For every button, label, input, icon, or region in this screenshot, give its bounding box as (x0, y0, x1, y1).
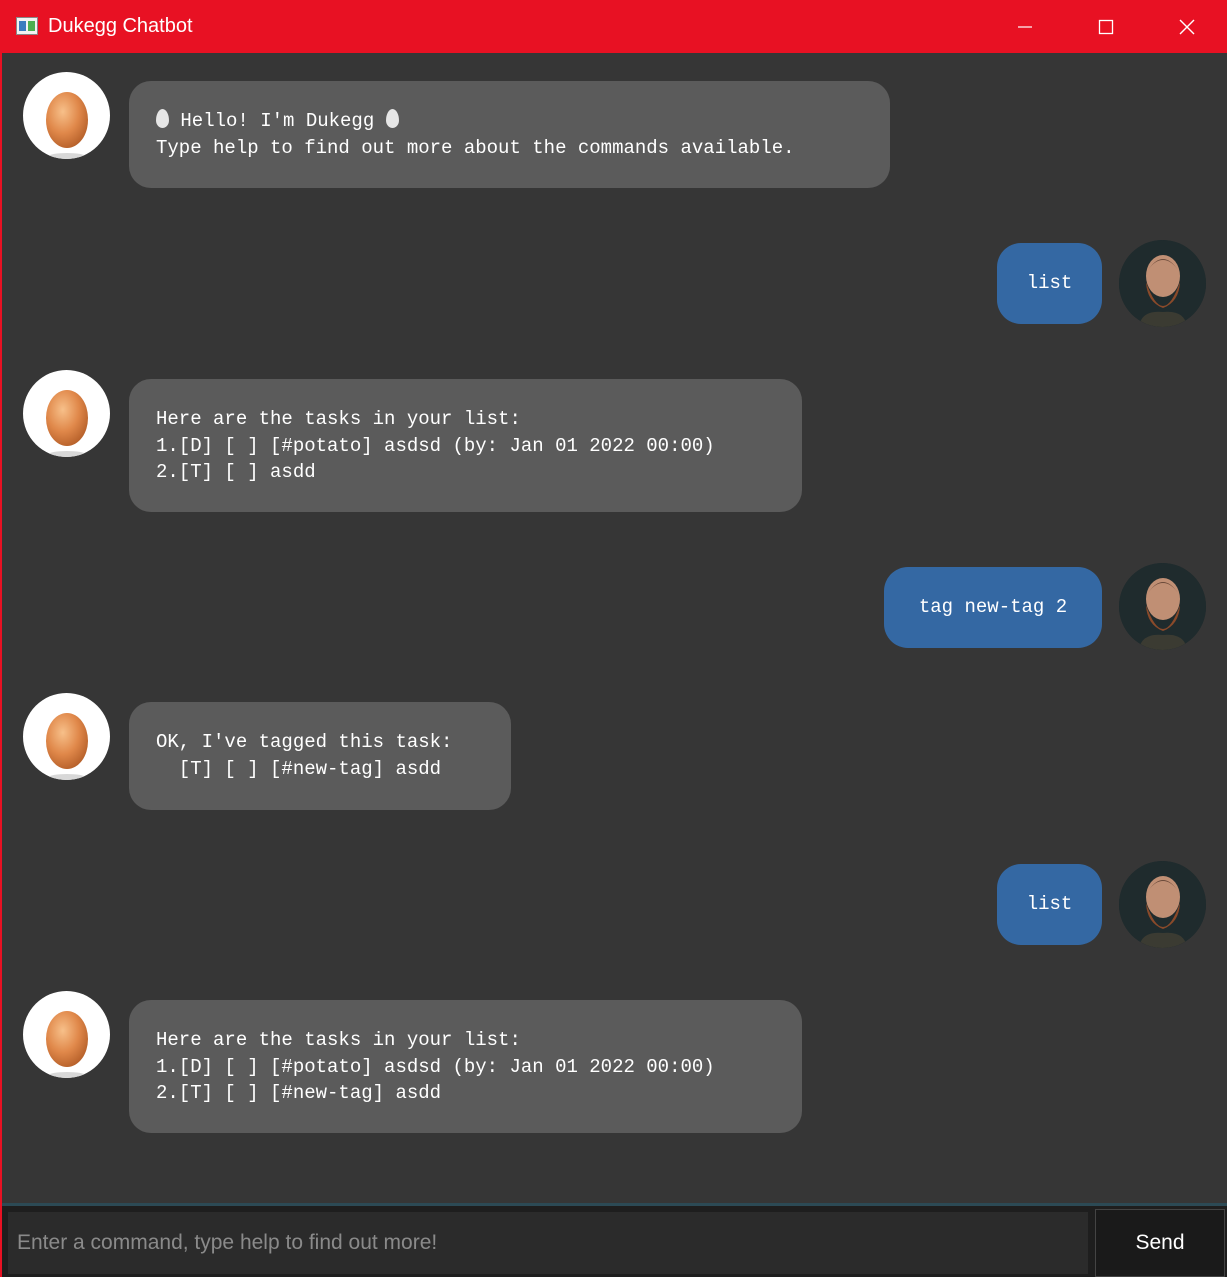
message-line: [T] [ ] [#new-tag] asdd (156, 757, 442, 780)
bot-avatar (23, 991, 110, 1078)
user-avatar (1119, 563, 1206, 650)
message-text: list (1026, 893, 1073, 916)
minimize-button[interactable] (985, 0, 1065, 53)
user-avatar (1119, 240, 1206, 327)
maximize-icon (1098, 19, 1114, 34)
bot-avatar (23, 693, 110, 780)
message-line: 2.[T] [ ] asdd (156, 461, 316, 483)
message-line: 2.[T] [ ] [#new-tag] asdd (156, 1082, 442, 1104)
close-button[interactable] (1147, 0, 1227, 53)
message-text: list (1026, 272, 1073, 295)
app-window: Dukegg Chatbot Hello! I'm Dukegg Type he… (0, 0, 1227, 1277)
egg-icon (46, 92, 88, 159)
user-portrait-icon (1119, 861, 1206, 948)
window-title: Dukegg Chatbot (48, 15, 193, 37)
user-portrait-icon (1119, 240, 1206, 327)
bot-avatar (23, 370, 110, 457)
egg-icon (46, 390, 88, 457)
message-line: Hello! I'm Dukegg (180, 110, 375, 132)
message-line: 1.[D] [ ] [#potato] asdsd (by: Jan 01 20… (156, 1055, 715, 1078)
maximize-button[interactable] (1066, 0, 1146, 53)
chat-scroll-area[interactable]: Hello! I'm Dukegg Type help to find out … (4, 53, 1227, 1203)
message-line: Here are the tasks in your list: (156, 408, 521, 430)
user-portrait-icon (1119, 563, 1206, 650)
input-bar: Send (2, 1203, 1227, 1277)
send-button[interactable]: Send (1095, 1209, 1225, 1277)
bot-message-bubble: OK, I've tagged this task: [T] [ ] [#new… (129, 702, 511, 810)
egg-emoji-icon (156, 109, 169, 128)
close-icon (1179, 19, 1195, 34)
bot-message-bubble: Hello! I'm Dukegg Type help to find out … (129, 81, 890, 188)
user-avatar (1119, 861, 1206, 948)
message-line: 1.[D] [ ] [#potato] asdsd (by: Jan 01 20… (156, 434, 715, 457)
user-message-bubble: list (997, 864, 1102, 945)
bot-message-bubble: Here are the tasks in your list: 1.[D] [… (129, 1000, 802, 1133)
message-line: Here are the tasks in your list: (156, 1029, 521, 1051)
bot-message-bubble: Here are the tasks in your list: 1.[D] [… (129, 379, 802, 512)
title-bar[interactable]: Dukegg Chatbot (2, 0, 1227, 53)
command-input[interactable] (8, 1212, 1088, 1274)
message-text: tag new-tag 2 (918, 596, 1068, 619)
message-line: Type help to find out more about the com… (156, 136, 795, 159)
minimize-icon (1018, 25, 1032, 28)
app-icon (16, 17, 38, 35)
egg-emoji-icon (385, 109, 399, 128)
egg-icon (46, 1011, 88, 1078)
egg-icon (46, 713, 88, 780)
send-button-label: Send (1135, 1231, 1185, 1254)
user-message-bubble: list (997, 243, 1102, 324)
bot-avatar (23, 72, 110, 159)
message-line: OK, I've tagged this task: (156, 731, 453, 753)
user-message-bubble: tag new-tag 2 (884, 567, 1102, 648)
